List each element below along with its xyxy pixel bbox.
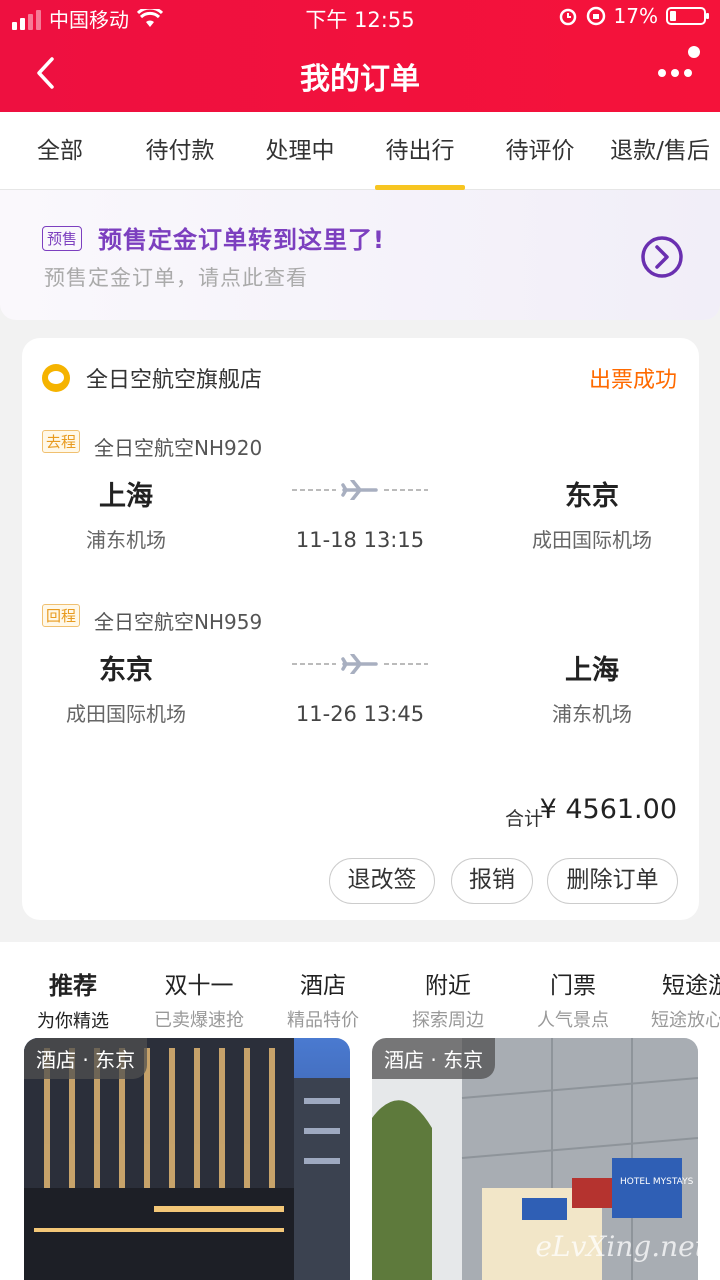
more-dots-icon bbox=[658, 69, 692, 77]
flight-time: 11-26 13:45 bbox=[295, 702, 425, 726]
chevron-right-circle-icon[interactable] bbox=[638, 236, 686, 278]
battery-percent: 17% bbox=[613, 4, 658, 28]
flight-number: 全日空航空NH959 bbox=[94, 610, 263, 634]
order-status: 出票成功 bbox=[588, 368, 677, 393]
arrival-city: 东京 bbox=[565, 481, 619, 512]
rec-tab-title: 附近 bbox=[425, 973, 471, 999]
page-title: 我的订单 bbox=[300, 62, 420, 97]
tab-all[interactable]: 全部 bbox=[0, 112, 120, 190]
alarm-icon bbox=[559, 8, 576, 26]
hotel-sign-text: HOTEL MYSTAYS bbox=[620, 1177, 694, 1187]
segment-tag: 回程 bbox=[42, 604, 81, 627]
rec-tab-subtitle: 精品特价 bbox=[287, 1010, 359, 1031]
rec-tab-title: 推荐 bbox=[49, 972, 97, 1000]
shop-name: 全日空航空旗舰店 bbox=[86, 368, 263, 393]
rec-tab-hotel[interactable]: 酒店 精品特价 bbox=[263, 966, 383, 1032]
reimburse-button[interactable]: 报销 bbox=[451, 858, 533, 904]
presale-tag: 预售 bbox=[42, 226, 83, 251]
rec-tab-tickets[interactable]: 门票 人气景点 bbox=[513, 966, 633, 1032]
rec-tab-title: 双十一 bbox=[164, 973, 234, 999]
arrival-city: 上海 bbox=[565, 655, 619, 686]
rec-tab-recommended[interactable]: 推荐 为你精选 bbox=[13, 966, 133, 1033]
tab-processing[interactable]: 处理中 bbox=[240, 112, 360, 190]
flight-time: 11-18 13:15 bbox=[295, 528, 425, 552]
status-bar: 中国移动 下午 12:55 17% bbox=[0, 0, 720, 36]
notification-dot bbox=[688, 46, 700, 58]
rec-tab-double11[interactable]: 双十一 已卖爆速抢 bbox=[139, 966, 259, 1032]
nav-bar: 我的订单 bbox=[0, 36, 720, 112]
plane-icon bbox=[292, 654, 428, 674]
status-right: 17% bbox=[558, 4, 709, 28]
hotel-card[interactable]: 酒店 · 东京 bbox=[24, 1038, 350, 1280]
tab-refund[interactable]: 退款/售后 bbox=[600, 112, 720, 190]
delete-order-button[interactable]: 删除订单 bbox=[547, 858, 678, 904]
departure-airport: 成田国际机场 bbox=[66, 702, 186, 726]
plane-icon bbox=[292, 480, 428, 500]
rec-tab-subtitle: 为你精选 bbox=[37, 1011, 109, 1032]
rec-tab-title: 酒店 bbox=[300, 973, 346, 999]
rec-tab-title: 门票 bbox=[550, 973, 596, 999]
presale-title: 预售定金订单转到这里了! bbox=[98, 226, 385, 254]
app-header: 中国移动 下午 12:55 17% 我的订单 bbox=[0, 0, 720, 112]
orientation-lock-icon bbox=[586, 6, 605, 26]
total-amount: ¥ 4561.00 bbox=[539, 794, 677, 825]
order-tabs: 全部 待付款 处理中 待出行 待评价 退款/售后 bbox=[0, 112, 720, 190]
total-label: 合计 bbox=[504, 808, 543, 830]
battery-icon bbox=[666, 7, 709, 25]
presale-banner[interactable]: 预售 预售定金订单转到这里了! 预售定金订单，请点此查看 bbox=[0, 190, 720, 320]
rec-tab-short-trip[interactable]: 短途游 短途放心 bbox=[640, 966, 720, 1032]
change-refund-button[interactable]: 退改签 bbox=[329, 858, 435, 904]
tab-pending-review[interactable]: 待评价 bbox=[480, 112, 600, 190]
rec-tab-subtitle: 人气景点 bbox=[537, 1010, 609, 1031]
rec-tab-subtitle: 已卖爆速抢 bbox=[154, 1010, 244, 1031]
tab-pending-payment[interactable]: 待付款 bbox=[120, 112, 240, 190]
flight-number: 全日空航空NH920 bbox=[94, 436, 263, 460]
presale-subtitle: 预售定金订单，请点此查看 bbox=[44, 266, 308, 290]
segment-tag: 去程 bbox=[42, 430, 81, 453]
rec-tab-title: 短途游 bbox=[662, 973, 720, 999]
hotel-tag: 酒店 · 东京 bbox=[372, 1038, 496, 1079]
arrival-airport: 成田国际机场 bbox=[532, 528, 652, 552]
departure-city: 上海 bbox=[99, 481, 153, 512]
rec-tab-subtitle: 探索周边 bbox=[412, 1010, 484, 1031]
departure-airport: 浦东机场 bbox=[86, 528, 166, 552]
shop-logo-icon bbox=[42, 364, 70, 392]
tab-pending-travel-label: 待出行 bbox=[385, 138, 455, 164]
tab-pending-travel[interactable]: 待出行 bbox=[360, 112, 480, 190]
arrival-airport: 浦东机场 bbox=[552, 702, 632, 726]
rec-tab-subtitle: 短途放心 bbox=[651, 1010, 720, 1031]
hotel-tag: 酒店 · 东京 bbox=[24, 1038, 148, 1079]
watermark: eLvXing.net bbox=[535, 1230, 706, 1263]
departure-city: 东京 bbox=[99, 655, 153, 686]
rec-tab-nearby[interactable]: 附近 探索周边 bbox=[388, 966, 508, 1032]
order-card[interactable]: 全日空航空旗舰店 出票成功 去程 全日空航空NH920 上海 浦东机场 11-1… bbox=[22, 338, 699, 920]
